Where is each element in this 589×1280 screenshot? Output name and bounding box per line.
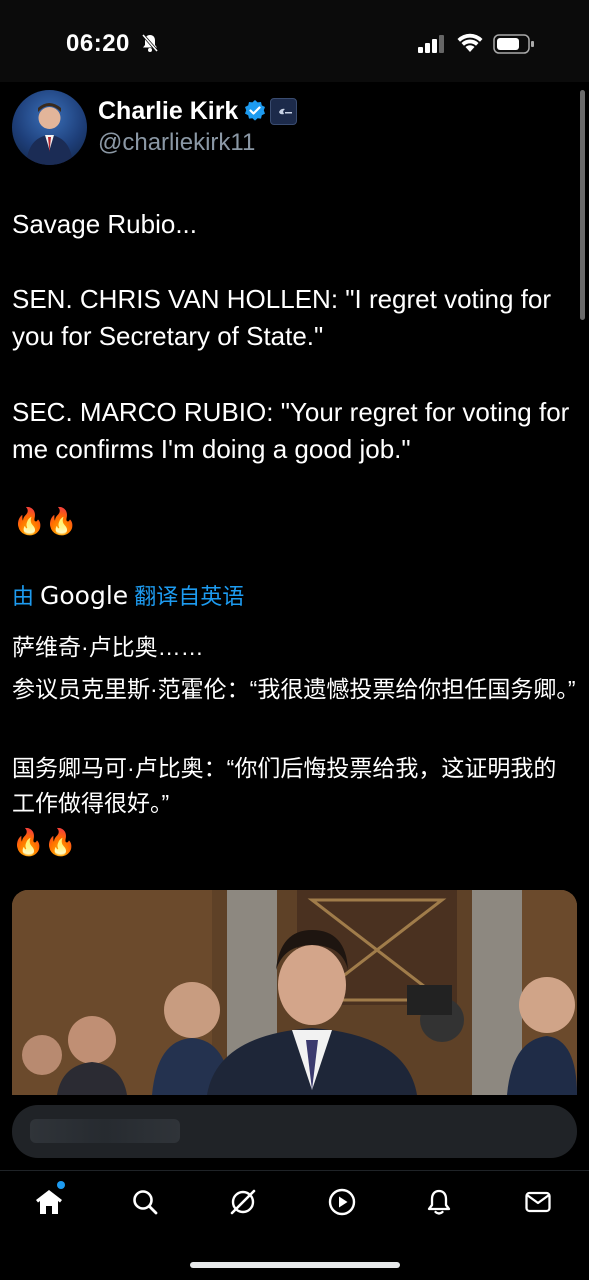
avatar[interactable]: [12, 90, 87, 165]
google-logo-text: Google: [40, 580, 129, 610]
tweet-text-line-2: SEN. CHRIS VAN HOLLEN: "I regret voting …: [12, 284, 552, 351]
translated-line-2: 参议员克里斯·范霍伦：“我很遗憾投票给你担任国务卿。”: [12, 676, 576, 702]
tweet-text-line-1: Savage Rubio...: [12, 209, 198, 239]
translated-by-google-link[interactable]: 由 Google 翻译自英语: [12, 579, 244, 611]
translated-emoji: 🔥🔥: [12, 827, 77, 857]
bell-off-icon: [141, 34, 159, 52]
tweet-emoji: 🔥🔥: [13, 506, 78, 536]
nav-video[interactable]: [322, 1182, 362, 1222]
translated-line-1: 萨维奇·卢比奥……: [12, 634, 204, 660]
tweet-media-video[interactable]: [12, 890, 577, 1095]
verified-badge-icon: [245, 100, 265, 121]
author-display-name[interactable]: Charlie Kirk: [98, 97, 238, 126]
notifications-icon: [427, 1189, 451, 1215]
search-icon: [133, 1190, 158, 1215]
author-handle[interactable]: @charliekirk11: [98, 129, 255, 157]
affiliation-badge-icon[interactable]: [270, 98, 297, 125]
translated-line-3: 国务卿马可·卢比奥：“你们后悔投票给我，这证明我的工作做得很好。”: [12, 755, 557, 816]
nav-notifications[interactable]: [419, 1182, 459, 1222]
translation-suffix: 翻译自英语: [134, 584, 245, 609]
reply-placeholder: [30, 1119, 180, 1143]
translation-prefix: 由: [12, 584, 35, 609]
nav-grok[interactable]: [223, 1182, 263, 1222]
home-notification-dot: [57, 1181, 65, 1189]
cellular-signal-icon: [418, 35, 444, 53]
grok-icon: [230, 1189, 256, 1215]
video-icon: [328, 1188, 356, 1216]
home-indicator[interactable]: [190, 1262, 400, 1268]
nav-messages[interactable]: [518, 1182, 558, 1222]
nav-search[interactable]: [125, 1182, 165, 1222]
status-time: 06:20: [66, 30, 130, 57]
messages-icon: [525, 1191, 551, 1213]
wifi-icon: [457, 33, 483, 52]
tweet-text-line-3: SEC. MARCO RUBIO: "Your regret for votin…: [12, 397, 570, 464]
battery-icon: [493, 34, 534, 54]
home-icon: [36, 1190, 62, 1214]
